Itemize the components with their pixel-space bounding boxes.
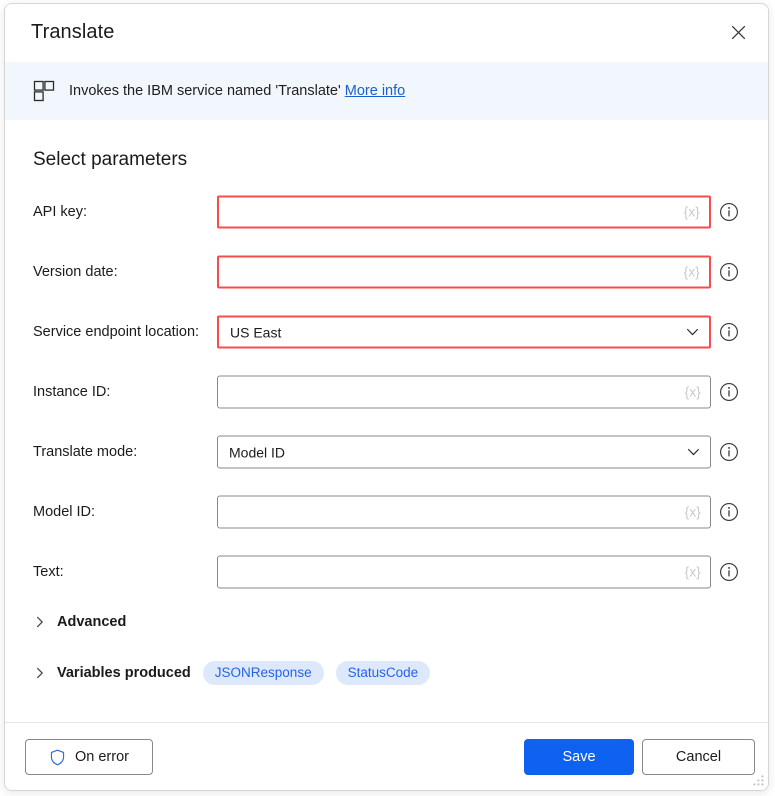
info-icon[interactable] xyxy=(719,202,739,222)
variable-pill-group: JSONResponse StatusCode xyxy=(191,661,431,685)
chevron-down-icon xyxy=(688,448,699,456)
parameter-label: Text: xyxy=(33,564,64,580)
info-icon[interactable] xyxy=(719,442,739,462)
variable-token-hint: {x} xyxy=(684,384,701,400)
parameter-input[interactable]: {x} xyxy=(217,195,711,229)
dialog-titlebar: Translate xyxy=(5,4,768,62)
parameter-input[interactable]: {x} xyxy=(217,375,711,409)
parameter-row: Model ID: {x} xyxy=(5,482,768,542)
variable-token-hint: {x} xyxy=(684,504,701,520)
close-icon xyxy=(731,25,745,39)
dialog-title: Translate xyxy=(31,21,115,43)
parameter-row: Instance ID: {x} xyxy=(5,362,768,422)
dialog-footer: On error Save Cancel xyxy=(5,722,768,790)
variable-token-hint: {x} xyxy=(683,264,700,280)
module-grid-icon xyxy=(33,80,55,102)
variables-produced-toggle[interactable]: Variables produced JSONResponse StatusCod… xyxy=(33,661,431,685)
variables-produced-label: Variables produced xyxy=(57,665,191,681)
parameter-row: Translate mode: Model ID xyxy=(5,422,768,482)
parameter-row: API key: {x} xyxy=(5,182,768,242)
banner-text: Invokes the IBM service named 'Translate… xyxy=(69,83,341,99)
parameter-row: Version date: {x} xyxy=(5,242,768,302)
parameter-label: Instance ID: xyxy=(33,384,111,400)
parameters-form: API key: {x} Version date: {x} Service endpo… xyxy=(5,182,768,602)
save-button[interactable]: Save xyxy=(524,739,634,775)
parameter-label: Translate mode: xyxy=(33,444,138,460)
info-icon[interactable] xyxy=(719,502,739,522)
info-icon[interactable] xyxy=(719,262,739,282)
variable-token-hint: {x} xyxy=(684,564,701,580)
resize-grip[interactable] xyxy=(752,774,765,787)
parameter-select[interactable]: Model ID xyxy=(217,435,711,469)
parameter-row: Text: {x} xyxy=(5,542,768,602)
parameter-select[interactable]: US East xyxy=(217,315,711,349)
translate-dialog: Translate Invokes the IBM service named … xyxy=(4,3,769,791)
chevron-right-icon xyxy=(36,667,43,679)
info-icon[interactable] xyxy=(719,382,739,402)
shield-icon xyxy=(50,749,65,765)
parameter-value: Model ID xyxy=(229,444,286,460)
parameter-input[interactable]: {x} xyxy=(217,255,711,289)
dialog-content: Select parameters API key: {x} Version dat… xyxy=(5,120,768,722)
close-button[interactable] xyxy=(716,11,760,53)
variable-pill[interactable]: JSONResponse xyxy=(202,661,324,685)
parameter-label: Service endpoint location: xyxy=(33,324,200,340)
advanced-label: Advanced xyxy=(57,614,127,630)
chevron-right-icon xyxy=(36,616,43,628)
parameter-label: API key: xyxy=(33,204,87,220)
variable-pill[interactable]: StatusCode xyxy=(335,661,431,685)
on-error-label: On error xyxy=(75,749,129,765)
chevron-down-icon xyxy=(687,328,698,336)
parameter-value: US East xyxy=(230,324,282,340)
page-title: Select parameters xyxy=(33,149,188,170)
parameter-label: Model ID: xyxy=(33,504,96,520)
variable-token-hint: {x} xyxy=(683,204,700,220)
info-icon[interactable] xyxy=(719,562,739,582)
parameter-row: Service endpoint location: US East xyxy=(5,302,768,362)
save-label: Save xyxy=(562,749,596,765)
cancel-label: Cancel xyxy=(675,749,722,765)
cancel-button[interactable]: Cancel xyxy=(642,739,755,775)
on-error-button[interactable]: On error xyxy=(25,739,153,775)
info-icon[interactable] xyxy=(719,322,739,342)
parameter-input[interactable]: {x} xyxy=(217,495,711,529)
advanced-section-toggle[interactable]: Advanced xyxy=(33,614,126,630)
parameter-label: Version date: xyxy=(33,264,118,280)
info-banner: Invokes the IBM service named 'Translate… xyxy=(5,62,768,120)
more-info-link[interactable]: More info xyxy=(345,83,405,99)
parameter-input[interactable]: {x} xyxy=(217,555,711,589)
